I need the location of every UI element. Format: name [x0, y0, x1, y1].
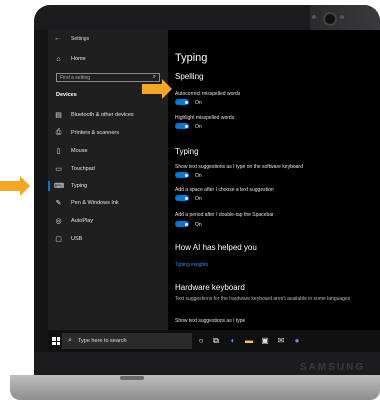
pen-icon: ✎ — [55, 200, 62, 207]
sensor-dot — [312, 15, 316, 19]
nav-item-label: Bluetooth & other devices — [71, 112, 134, 118]
search-placeholder: Find a setting — [60, 74, 91, 81]
nav-item-pen[interactable]: ✎ Pen & Windows Ink — [54, 198, 119, 208]
autocorrect-label: Autocorrect misspelled words — [175, 91, 241, 97]
suggestions-label: Show text suggestions as I type on the s… — [175, 164, 303, 170]
nav-item-mouse[interactable]: ▯ Mouse — [54, 146, 88, 156]
nav-item-printers[interactable]: ⎙ Printers & scanners — [54, 128, 119, 138]
nav-home-label: Home — [71, 56, 86, 62]
space-state: On — [195, 196, 202, 202]
hardware-suggest-label: Show text suggestions as I type — [175, 318, 246, 324]
nav-item-label: Printers & scanners — [71, 130, 119, 136]
printer-icon: ⎙ — [55, 129, 62, 136]
autocorrect-state: On — [195, 100, 202, 106]
screen: ← Settings ⌂ Home Find a setting ⌕ Devic… — [48, 30, 380, 352]
laptop-base — [10, 375, 380, 400]
nav-item-usb[interactable]: ▢ USB — [54, 234, 82, 244]
suggestions-state: On — [195, 173, 202, 179]
mail-icon[interactable]: ✉ — [276, 336, 286, 346]
back-arrow-icon[interactable]: ← — [54, 35, 61, 42]
pointer-arrow-typing — [0, 176, 30, 196]
cortana-icon[interactable]: ○ — [196, 336, 206, 346]
period-state: On — [195, 222, 202, 228]
nav-section-heading: Devices — [56, 92, 77, 98]
keyboard-icon: ⌨ — [54, 183, 65, 190]
laptop-base-notch — [120, 376, 144, 380]
search-icon: ⌕ — [68, 337, 72, 344]
nav-item-label: Typing — [71, 183, 88, 189]
space-label: Add a space after I choose a text sugges… — [175, 187, 274, 193]
nav-item-label: Pen & Windows Ink — [71, 200, 119, 206]
highlight-state: On — [195, 124, 202, 130]
typing-header: Typing — [175, 147, 199, 156]
search-input[interactable]: Find a setting ⌕ — [56, 73, 160, 82]
search-icon: ⌕ — [152, 74, 156, 80]
hardware-header: Hardware keyboard — [175, 283, 245, 292]
nav-item-label: AutoPlay — [71, 218, 94, 224]
taskbar-search-box[interactable]: ⌕ Type here to search — [62, 333, 192, 349]
bezel-highlight — [310, 5, 380, 33]
autoplay-icon: ◎ — [55, 218, 62, 225]
file-explorer-icon[interactable]: ▬ — [244, 336, 254, 346]
app-title: Settings — [71, 35, 90, 42]
nav-item-autoplay[interactable]: ◎ AutoPlay — [54, 216, 93, 226]
page-title: Typing — [175, 52, 208, 64]
nav-item-home[interactable]: ⌂ Home — [54, 54, 86, 64]
nav-item-label: USB — [71, 236, 83, 242]
nav-item-typing[interactable]: ⌨ Typing — [54, 181, 87, 191]
period-label: Add a period after I double-tap the Spac… — [175, 212, 274, 218]
period-toggle[interactable] — [175, 221, 189, 227]
settings-content-pane: Typing Spelling Autocorrect misspelled w… — [168, 30, 380, 330]
space-toggle[interactable] — [175, 195, 189, 201]
app-icon[interactable]: ● — [292, 336, 302, 346]
suggestions-toggle[interactable] — [175, 172, 189, 178]
spelling-header: Spelling — [175, 72, 204, 81]
ai-header: How AI has helped you — [175, 243, 257, 252]
touchpad-icon: ▭ — [55, 166, 62, 173]
usb-icon: ▢ — [55, 236, 62, 243]
bluetooth-devices-icon: ▤ — [55, 112, 62, 119]
taskbar: ⌕ Type here to search ○ ⧉ ◐ ▬ ▣ ✉ ● — [48, 330, 380, 352]
sensor-dot — [340, 15, 344, 19]
screen-left-strip — [34, 30, 48, 352]
home-icon: ⌂ — [56, 55, 61, 63]
nav-item-label: Mouse — [71, 148, 88, 154]
title-bar: ← Settings — [54, 35, 89, 42]
edge-browser-icon[interactable]: ◐ — [228, 336, 238, 346]
typing-insights-link[interactable]: Typing insights — [175, 262, 208, 268]
mouse-icon: ▯ — [56, 148, 61, 155]
pointer-arrow-autocorrect — [142, 79, 172, 99]
autocorrect-toggle[interactable] — [175, 99, 189, 105]
highlight-toggle[interactable] — [175, 123, 189, 129]
settings-nav-pane: ← Settings ⌂ Home Find a setting ⌕ Devic… — [48, 30, 168, 330]
brand-logo: SAMSUNG — [300, 362, 366, 373]
task-view-icon[interactable]: ⧉ — [211, 336, 221, 346]
windows-start-icon[interactable] — [52, 337, 60, 345]
hardware-desc: Text suggestions for the hardware keyboa… — [175, 296, 351, 302]
nav-item-bluetooth[interactable]: ▤ Bluetooth & other devices — [54, 110, 134, 120]
taskbar-search-text: Type here to search — [77, 338, 127, 344]
store-icon[interactable]: ▣ — [260, 336, 270, 346]
nav-item-label: Touchpad — [71, 166, 95, 172]
selected-indicator — [48, 181, 50, 191]
highlight-label: Highlight misspelled words — [175, 115, 235, 121]
nav-item-touchpad[interactable]: ▭ Touchpad — [54, 164, 95, 174]
webcam-icon — [323, 12, 337, 26]
